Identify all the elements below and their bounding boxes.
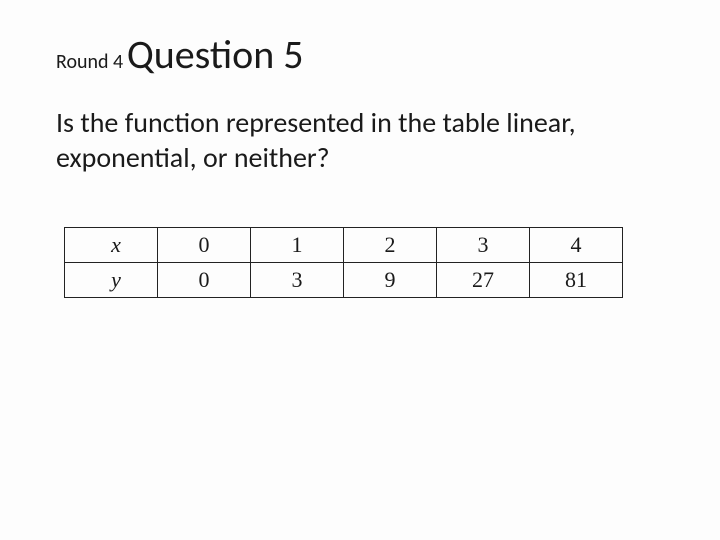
cell: 3 [437, 228, 530, 263]
table-row: y 0 3 9 27 81 [65, 263, 623, 298]
cell: 9 [344, 263, 437, 298]
question-label: Question 5 [127, 30, 304, 79]
row-header-y: y [65, 263, 158, 298]
slide: Round 4 Question 5 Is the function repre… [0, 0, 720, 540]
cell: 2 [344, 228, 437, 263]
round-label: Round 4 [56, 50, 123, 74]
row-header-x: x [65, 228, 158, 263]
slide-title: Round 4 Question 5 [56, 24, 680, 79]
cell: 81 [530, 263, 623, 298]
data-table-wrap: x 0 1 2 3 4 y 0 3 9 27 81 [64, 227, 680, 298]
table-row: x 0 1 2 3 4 [65, 228, 623, 263]
cell: 27 [437, 263, 530, 298]
data-table: x 0 1 2 3 4 y 0 3 9 27 81 [64, 227, 623, 298]
cell: 0 [158, 263, 251, 298]
question-prompt: Is the function represented in the table… [56, 105, 656, 175]
cell: 1 [251, 228, 344, 263]
cell: 3 [251, 263, 344, 298]
cell: 0 [158, 228, 251, 263]
cell: 4 [530, 228, 623, 263]
